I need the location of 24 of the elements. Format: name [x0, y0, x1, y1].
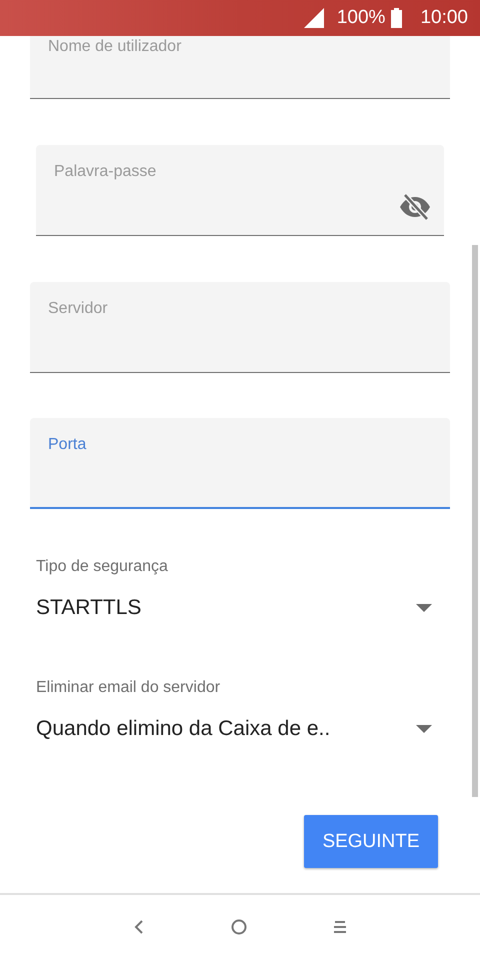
input-field[interactable]: Porta [30, 418, 450, 509]
input-field[interactable]: Servidor [30, 282, 450, 373]
dropdown[interactable]: STARTTLS [36, 596, 444, 620]
field-label: Porta [48, 436, 86, 454]
field-label: Servidor [48, 300, 108, 318]
menu-icon[interactable] [333, 918, 347, 934]
scrollbar[interactable] [472, 245, 478, 797]
field-label: Palavra-passe [54, 163, 156, 181]
input-field[interactable]: Nome de utilizador [30, 36, 450, 99]
field-label: Nome de utilizador [48, 38, 182, 56]
input-field[interactable]: Palavra-passe [36, 145, 444, 236]
battery-percent: 100% [336, 7, 386, 29]
battery-icon [391, 8, 402, 28]
dropdown-arrow-icon [416, 725, 432, 733]
dropdown[interactable]: Quando elimino da Caixa de e.. [36, 717, 444, 741]
home-icon[interactable] [231, 918, 247, 934]
signal-icon [304, 8, 324, 28]
back-icon[interactable] [133, 918, 145, 934]
clock-time: 10:00 [420, 7, 468, 29]
dropdown-label: Tipo de segurança [36, 558, 168, 576]
next-button[interactable]: SEGUINTE [304, 815, 438, 868]
dropdown-arrow-icon [416, 604, 432, 612]
dropdown-label: Eliminar email do servidor [36, 679, 220, 697]
eye-slash-icon[interactable] [398, 193, 432, 221]
